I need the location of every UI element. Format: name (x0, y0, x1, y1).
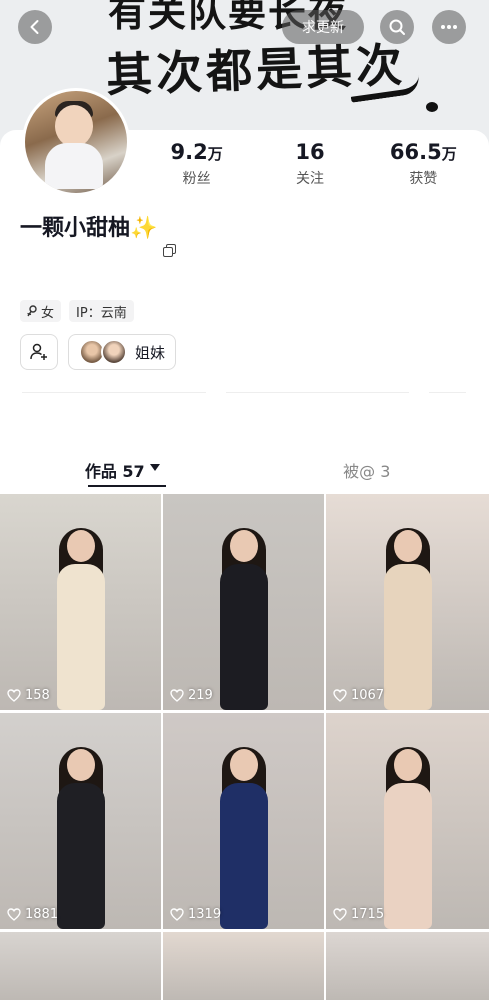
video-like-count-value: 1319 (188, 907, 222, 922)
active-tab-indicator (88, 485, 166, 487)
video-like-count-value: 158 (25, 688, 50, 703)
video-like-count: 1715 (333, 907, 384, 922)
search-button[interactable] (380, 10, 414, 44)
group-avatar (101, 339, 127, 365)
search-icon (389, 19, 405, 35)
avatar-face (55, 105, 93, 147)
profile-nickname: 一颗小甜柚✨ (20, 216, 158, 241)
tab-mentions-label: 被@ 3 (343, 462, 391, 481)
video-thumbnail[interactable]: 1319 (163, 713, 324, 929)
video-like-count-value: 1881 (25, 907, 59, 922)
add-friend-button[interactable] (20, 334, 58, 370)
section-divider (22, 392, 467, 393)
heart-icon (170, 689, 184, 702)
copy-icon[interactable] (163, 244, 176, 257)
back-button[interactable] (18, 10, 52, 44)
profile-actions: 姐妹 (20, 334, 177, 370)
video-subject (212, 528, 276, 710)
profile-stats: 9.2万 粉丝 16 关注 66.5万 获赞 (140, 140, 480, 188)
video-like-count: 219 (170, 688, 213, 703)
video-subject (376, 528, 440, 710)
add-user-icon (30, 343, 47, 360)
video-grid: 158 219 1067 1881 1319 1715 (0, 494, 489, 1000)
more-button[interactable] (432, 10, 466, 44)
avatar-shirt (45, 143, 103, 189)
video-subject (212, 747, 276, 929)
video-subject (49, 747, 113, 929)
stat-following-label: 关注 (295, 171, 324, 187)
profile-tags: 女 IP：云南 (20, 300, 134, 322)
stat-following[interactable]: 16 关注 (253, 140, 366, 188)
video-thumbnail[interactable]: 158 (0, 494, 161, 710)
more-dots-icon (441, 25, 457, 29)
ip-tag: IP：云南 (69, 300, 134, 322)
ip-tag-label: IP：云南 (76, 305, 127, 321)
heart-icon (333, 689, 347, 702)
video-like-count: 158 (7, 688, 50, 703)
tab-mentions[interactable]: 被@ 3 (245, 458, 489, 494)
video-thumbnail[interactable]: 1715 (326, 713, 489, 929)
video-thumbnail[interactable]: 1067 (326, 494, 489, 710)
stat-followers[interactable]: 9.2万 粉丝 (140, 140, 253, 188)
tab-works[interactable]: 作品 57 (0, 458, 245, 494)
caret-down-icon (149, 464, 160, 471)
stat-likes-label: 获赞 (409, 171, 438, 187)
group-avatars (79, 339, 127, 365)
video-like-count: 1319 (170, 907, 221, 922)
heart-icon (170, 908, 184, 921)
chevron-left-icon (30, 20, 39, 34)
stat-likes[interactable]: 66.5万 获赞 (367, 140, 480, 188)
gender-tag: 女 (20, 300, 62, 322)
heart-icon (7, 908, 21, 921)
ink-dot-decoration (426, 102, 438, 112)
video-like-count-value: 1715 (351, 907, 385, 922)
video-thumbnail[interactable]: 1881 (0, 713, 161, 929)
stat-followers-num: 9.2 (170, 140, 208, 164)
content-tabs: 作品 57 被@ 3 (0, 458, 489, 494)
stat-following-num: 16 (295, 140, 325, 164)
video-like-count-value: 219 (188, 688, 213, 703)
request-update-button[interactable]: 求更新 (282, 10, 364, 44)
stat-likes-unit: 万 (441, 145, 457, 163)
stat-followers-unit: 万 (207, 145, 223, 163)
heart-icon (333, 908, 347, 921)
video-like-count-value: 1067 (351, 688, 385, 703)
stat-likes-num: 66.5 (389, 140, 442, 164)
female-symbol-icon (27, 305, 37, 317)
heart-icon (7, 689, 21, 702)
tab-works-label: 作品 57 (84, 462, 145, 481)
video-like-count: 1067 (333, 688, 384, 703)
video-subject (376, 747, 440, 929)
sisters-group-button[interactable]: 姐妹 (68, 334, 177, 370)
video-thumbnail[interactable]: 219 (163, 494, 324, 710)
video-thumbnail[interactable] (326, 932, 489, 1000)
group-label: 姐妹 (135, 343, 166, 362)
video-subject (49, 528, 113, 710)
video-thumbnail[interactable] (0, 932, 161, 1000)
stat-followers-label: 粉丝 (182, 171, 211, 187)
gender-tag-label: 女 (41, 305, 55, 321)
video-like-count: 1881 (7, 907, 58, 922)
profile-avatar[interactable] (22, 88, 130, 196)
video-thumbnail[interactable] (163, 932, 324, 1000)
